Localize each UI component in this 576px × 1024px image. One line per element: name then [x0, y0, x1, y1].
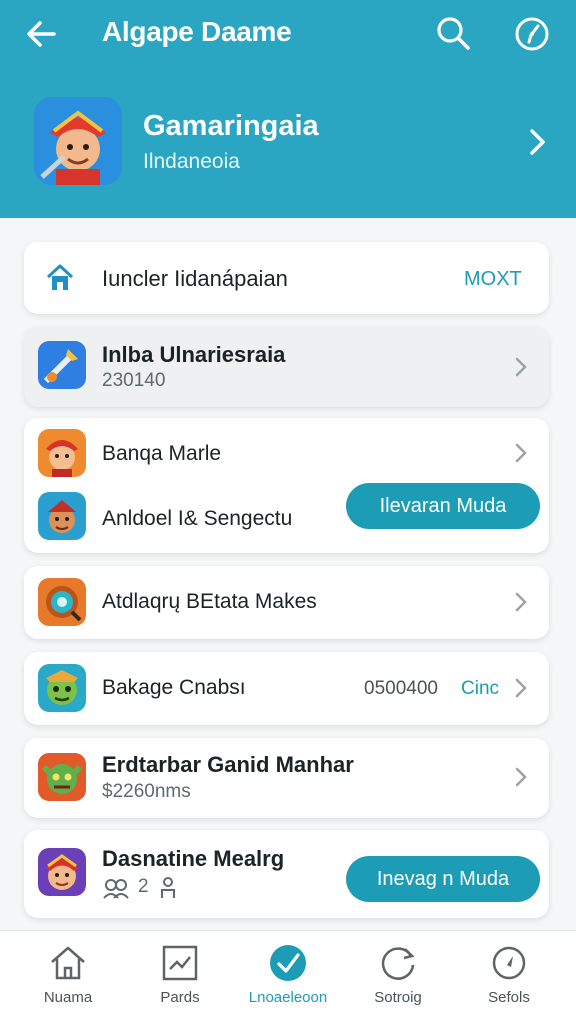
item-action-button[interactable]: Inevag n Muda — [346, 856, 540, 902]
viking-game-icon — [38, 848, 86, 896]
chevron-right-icon — [515, 592, 527, 612]
item-title: Banqa Marle — [102, 442, 222, 465]
item-subtitle: $2260nms — [102, 781, 191, 802]
item-title: Bakage Cnabsı — [102, 676, 246, 699]
item-title: Dasnatine Mealrg — [102, 846, 285, 871]
nav-item-sotroig[interactable]: Sotroig — [343, 931, 453, 1024]
item-title: Inlba Ulnariesraia — [102, 342, 286, 367]
nav-label: Lnoaeleoon — [248, 989, 328, 1006]
chevron-right-icon — [515, 678, 527, 698]
nav-item-pards[interactable]: Pards — [125, 931, 235, 1024]
nav-label: Sotroig — [374, 989, 422, 1006]
compass-icon — [515, 17, 549, 51]
sword-game-icon — [38, 341, 86, 389]
list-group-card: Banqa Marle Anldoel I& Sengectu Ilevaran… — [24, 418, 549, 553]
search-button[interactable] — [432, 12, 474, 54]
chevron-right-icon — [515, 443, 527, 463]
nav-label: Sefols — [488, 989, 530, 1006]
nav-label: Pards — [160, 989, 200, 1006]
bottom-navigation: Nuama Pards Lnoaeleoon Sotroig Sefols — [0, 930, 576, 1024]
list-item[interactable]: Inlba Ulnariesraia 230140 — [24, 327, 549, 407]
item-subtitle: 230140 — [102, 370, 166, 391]
refresh-icon — [381, 947, 415, 980]
goblin-game-icon — [38, 664, 86, 712]
person-icon — [161, 877, 175, 898]
warrior-game-icon — [38, 429, 86, 477]
chevron-right-icon — [530, 129, 545, 155]
item-subtitle: 2 — [138, 876, 149, 897]
profile-chevron-button[interactable] — [522, 124, 552, 160]
search-icon — [437, 17, 470, 50]
list-item[interactable]: Banqa Marle — [24, 418, 549, 486]
list-item[interactable]: Dasnatine Mealrg 2 Inevag n Muda — [24, 830, 549, 918]
back-button[interactable] — [22, 14, 62, 54]
chart-icon — [162, 945, 198, 981]
pirate-game-icon — [38, 492, 86, 540]
profile-name: Gamaringaia — [143, 110, 319, 142]
chevron-right-icon — [515, 767, 527, 787]
item-action-button[interactable]: Ilevaran Muda — [346, 483, 540, 529]
item-value: 0500400 — [364, 678, 438, 699]
banner-action-link[interactable]: MOXT — [464, 268, 522, 291]
target-game-icon — [38, 578, 86, 626]
item-value-tag: Cinc — [461, 678, 500, 699]
item-title: Atdlaqrų BEtata Makes — [102, 590, 317, 613]
nav-item-active[interactable]: Lnoaeleoon — [233, 931, 343, 1024]
profile-subtitle: Ilndaneoia — [143, 150, 240, 173]
check-circle-icon — [270, 945, 306, 981]
list-item[interactable]: Bakage Cnabsı 0500400 Cinc — [24, 652, 549, 725]
home-icon — [46, 264, 74, 290]
item-title: Erdtarbar Ganid Manhar — [102, 752, 354, 777]
nav-label: Nuama — [43, 989, 93, 1006]
list-item[interactable]: Erdtarbar Ganid Manhar $2260nms — [24, 738, 549, 818]
game-character-icon[interactable] — [34, 97, 122, 185]
list-item[interactable]: Atdlaqrų BEtata Makes — [24, 566, 549, 639]
banner-label: Iuncler Iidanápaian — [102, 266, 288, 291]
monster-game-icon — [38, 753, 86, 801]
app-title: Algape Daame — [102, 16, 292, 47]
compass-button[interactable] — [510, 12, 554, 56]
house-icon — [51, 946, 85, 980]
top-bar: Algape Daame — [0, 0, 576, 66]
compass-icon — [492, 946, 526, 980]
nav-item-sefols[interactable]: Sefols — [454, 931, 564, 1024]
nav-item-home[interactable]: Nuama — [13, 931, 123, 1024]
banner-card[interactable]: Iuncler Iidanápaian MOXT — [24, 242, 549, 314]
list-item[interactable]: Anldoel I& Sengectu Ilevaran Muda — [24, 483, 549, 553]
arrow-left-icon — [27, 21, 56, 47]
group-icon — [103, 879, 129, 899]
chevron-right-icon — [515, 357, 527, 377]
app-header: Algape Daame Gamaringaia Ilndaneoia — [0, 0, 576, 218]
item-title: Anldoel I& Sengectu — [102, 507, 293, 530]
